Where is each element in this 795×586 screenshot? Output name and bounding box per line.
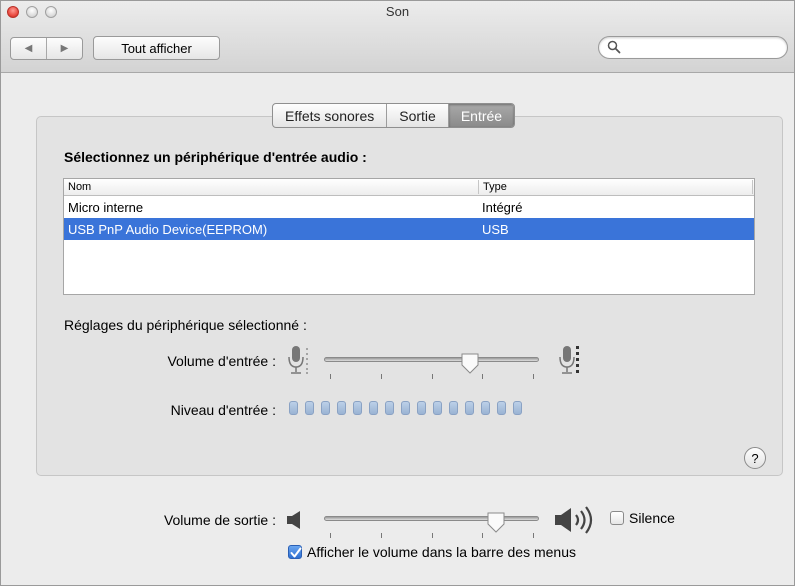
slider-tick [380,374,382,379]
microphone-low-icon [288,346,308,374]
microphone-high-icon [559,346,579,374]
tab-effets-sonores[interactable]: Effets sonores [273,104,386,127]
show-volume-in-menubar-label: Afficher le volume dans la barre des men… [307,544,576,560]
checkmark-icon [290,547,302,558]
column-header-type[interactable]: Type [478,180,507,194]
mute-checkbox[interactable] [610,511,624,525]
toolbar: Son ◀ ▶ Tout afficher [1,1,794,73]
slider-tick [533,533,534,538]
input-device-table: Nom Type Micro interne Intégré USB PnP Aud… [63,178,755,295]
level-meter-segment [369,401,378,415]
output-volume-slider[interactable] [324,516,539,521]
forward-button[interactable]: ▶ [46,38,82,59]
tab-bar: Effets sonores Sortie Entrée [272,103,516,128]
slider-tick [380,533,382,538]
device-rows: Micro interne Intégré USB PnP Audio Device… [64,196,754,240]
level-meter-segment [305,401,314,415]
input-volume-slider[interactable] [324,357,539,362]
back-forward-control: ◀ ▶ [10,37,83,60]
table-header: Nom Type [64,179,754,196]
level-meter-segment [465,401,474,415]
level-meter-segment [353,401,362,415]
level-meter-segment [401,401,410,415]
device-name: Micro interne [68,200,144,215]
mute-label: Silence [629,510,675,526]
input-level-meter [289,401,522,415]
slider-tick [431,374,433,379]
level-meter-segment [449,401,458,415]
input-volume-slider-thumb[interactable] [460,353,480,375]
tab-content-panel [36,116,783,476]
selected-device-settings-label: Réglages du périphérique sélectionné : [64,317,307,333]
column-header-name[interactable]: Nom [68,181,91,193]
table-row[interactable]: USB PnP Audio Device(EEPROM) USB [64,218,754,240]
slider-tick [330,374,331,379]
tab-entree[interactable]: Entrée [447,104,515,127]
slider-tick [482,374,484,379]
device-type: USB [482,222,509,237]
search-field[interactable] [598,36,788,59]
back-arrow-icon: ◀ [24,43,33,54]
show-volume-in-menubar-checkbox[interactable] [288,545,302,559]
slider-tick [533,374,534,379]
output-volume-label: Volume de sortie : [163,512,276,528]
level-meter-segment [385,401,394,415]
window-title: Son [385,4,410,19]
level-meter-segment [337,401,346,415]
search-icon [607,40,621,54]
level-meter-segment [481,401,490,415]
input-volume-label: Volume d'entrée : [167,353,276,369]
forward-arrow-icon: ▶ [60,43,69,54]
level-meter-segment [513,401,522,415]
level-meter-segment [497,401,506,415]
table-row[interactable]: Micro interne Intégré [64,196,754,218]
device-type: Intégré [482,200,523,215]
slider-tick [431,533,433,538]
output-volume-slider-thumb[interactable] [486,512,506,534]
level-meter-segment [289,401,298,415]
input-device-heading: Sélectionnez un périphérique d'entrée au… [64,149,367,165]
sound-preferences-window: Son ◀ ▶ Tout afficher Effets sonores Sort… [0,0,795,586]
input-level-label: Niveau d'entrée : [170,402,276,418]
help-button[interactable]: ? [744,447,766,469]
column-divider [752,180,753,194]
level-meter-segment [417,401,426,415]
search-input[interactable] [623,39,781,56]
back-button[interactable]: ◀ [11,38,46,59]
level-meter-segment [321,401,330,415]
device-name: USB PnP Audio Device(EEPROM) [68,222,268,237]
show-all-button[interactable]: Tout afficher [93,36,220,60]
tab-sortie[interactable]: Sortie [386,104,448,127]
slider-tick [482,533,484,538]
slider-tick [330,533,331,538]
speaker-high-icon [555,506,593,534]
speaker-low-icon [287,511,300,529]
level-meter-segment [433,401,442,415]
